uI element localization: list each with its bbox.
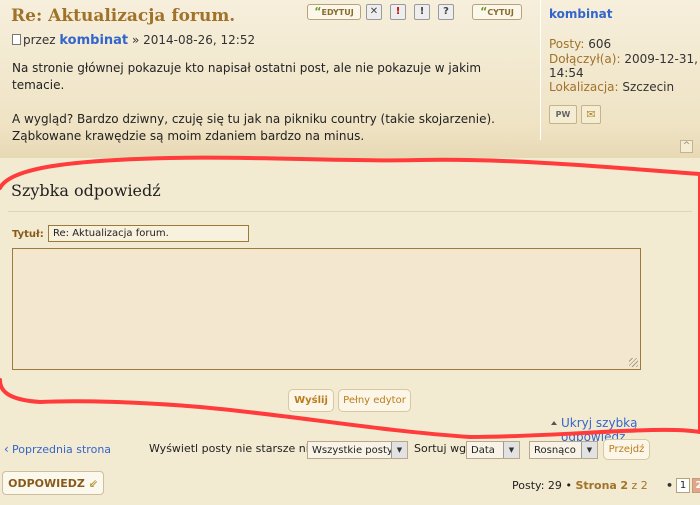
sort-label: Sortuj wg	[414, 442, 467, 455]
post-author-link[interactable]: kombinat	[59, 33, 128, 48]
reply-button-label: ODPOWIEDZ	[8, 477, 85, 490]
info-icon: ?	[443, 6, 449, 17]
chevron-up-icon: ^	[682, 141, 691, 151]
arrow-up-icon	[551, 421, 557, 425]
order-select[interactable]: Rosnąco ▼	[529, 441, 598, 459]
bullet-separator: •	[666, 479, 674, 492]
subject-label: Tytuł:	[12, 229, 44, 240]
profile-posts-value: 606	[588, 37, 612, 51]
delete-button[interactable]: ✕	[366, 4, 382, 20]
report-icon: !	[419, 6, 425, 17]
send-button[interactable]: Wyślij	[288, 389, 334, 412]
full-editor-button[interactable]: Pełny edytor	[338, 389, 411, 412]
prev-page-link[interactable]: Poprzednia strona	[12, 443, 111, 456]
email-button[interactable]: ✉	[581, 105, 601, 124]
divider	[8, 211, 692, 212]
page-total: 2	[640, 479, 648, 492]
page-2-current[interactable]: 2	[692, 478, 700, 493]
quote-button[interactable]: “CYTUJ	[472, 4, 522, 20]
post-paragraph: A wygląd? Bardzo dziwny, czuję się tu ja…	[12, 112, 495, 143]
profile-joined-label: Dołączył(a):	[549, 52, 621, 66]
age-filter-select[interactable]: Wszystkie posty ▼	[307, 441, 408, 459]
page-1-link[interactable]: 1	[676, 478, 690, 493]
post-by-label: przez	[23, 33, 56, 47]
edit-button-label: EDYTUJ	[321, 8, 354, 17]
post-meta: przez kombinat » 2014-08-26, 12:52	[12, 33, 255, 48]
pagination: Posty: 29 • Strona 2 z 2	[512, 479, 648, 492]
display-filter-label: Wyświetl posty nie starsze niż:	[149, 442, 319, 455]
warn-icon: !	[395, 6, 401, 17]
post-paragraph: Na stronie głównej pokazuje kto napisał …	[12, 61, 482, 92]
go-button[interactable]: Przejdź	[603, 439, 650, 460]
profile-location: Lokalizacja: Szczecin	[549, 80, 674, 94]
report-button[interactable]: !	[414, 4, 430, 20]
quote-button-label: CYTUJ	[487, 8, 514, 17]
page-label: Strona	[575, 479, 617, 492]
age-filter-value: Wszystkie posty	[312, 445, 393, 456]
pm-button[interactable]: PW	[549, 105, 577, 124]
reply-button[interactable]: ODPOWIEDZ ⇙	[2, 471, 104, 495]
profile-location-label: Lokalizacja:	[549, 80, 619, 94]
chevron-left-icon: ‹	[4, 442, 9, 456]
profile-joined: Dołączył(a): 2009-12-31, 14:54	[549, 52, 699, 80]
post-count: Posty: 29	[512, 479, 562, 492]
post-document-icon[interactable]	[12, 34, 21, 45]
profile-posts: Posty: 606	[549, 37, 611, 51]
post-body: Na stronie głównej pokazuje kto napisał …	[12, 60, 532, 162]
order-value: Rosnąco	[534, 445, 576, 456]
post-date: 2014-08-26, 12:52	[143, 33, 256, 47]
pm-icon: PW	[555, 110, 571, 119]
dropdown-arrow-icon: ▼	[391, 442, 407, 458]
dropdown-arrow-icon: ▼	[581, 442, 597, 458]
warn-button[interactable]: !	[390, 4, 406, 20]
subject-input[interactable]	[48, 225, 249, 242]
profile-posts-label: Posty:	[549, 37, 585, 51]
post-title[interactable]: Re: Aktualizacja forum.	[11, 6, 235, 26]
author-profile: kombinat Posty: 606 Dołączył(a): 2009-12…	[540, 0, 700, 140]
dropdown-arrow-icon: ▼	[503, 442, 519, 458]
info-button[interactable]: ?	[438, 4, 454, 20]
sort-by-select[interactable]: Data ▼	[466, 441, 520, 459]
edit-button[interactable]: “EDYTUJ	[307, 4, 361, 20]
quick-reply-title: Szybka odpowiedź	[11, 181, 161, 200]
message-textarea[interactable]	[12, 248, 641, 370]
bullet-separator: •	[565, 479, 572, 492]
post-date-separator: »	[131, 33, 140, 47]
sort-by-value: Data	[471, 445, 495, 456]
reply-arrow-icon: ⇙	[88, 477, 98, 490]
profile-location-value: Szczecin	[622, 80, 675, 94]
resize-grip-icon[interactable]	[629, 358, 638, 367]
page-current: 2	[620, 479, 629, 492]
profile-name-link[interactable]: kombinat	[549, 7, 613, 21]
back-to-top-button[interactable]: ^	[680, 140, 693, 153]
delete-icon: ✕	[369, 6, 379, 17]
page-of-label: z	[631, 479, 638, 492]
mail-icon: ✉	[586, 108, 596, 121]
